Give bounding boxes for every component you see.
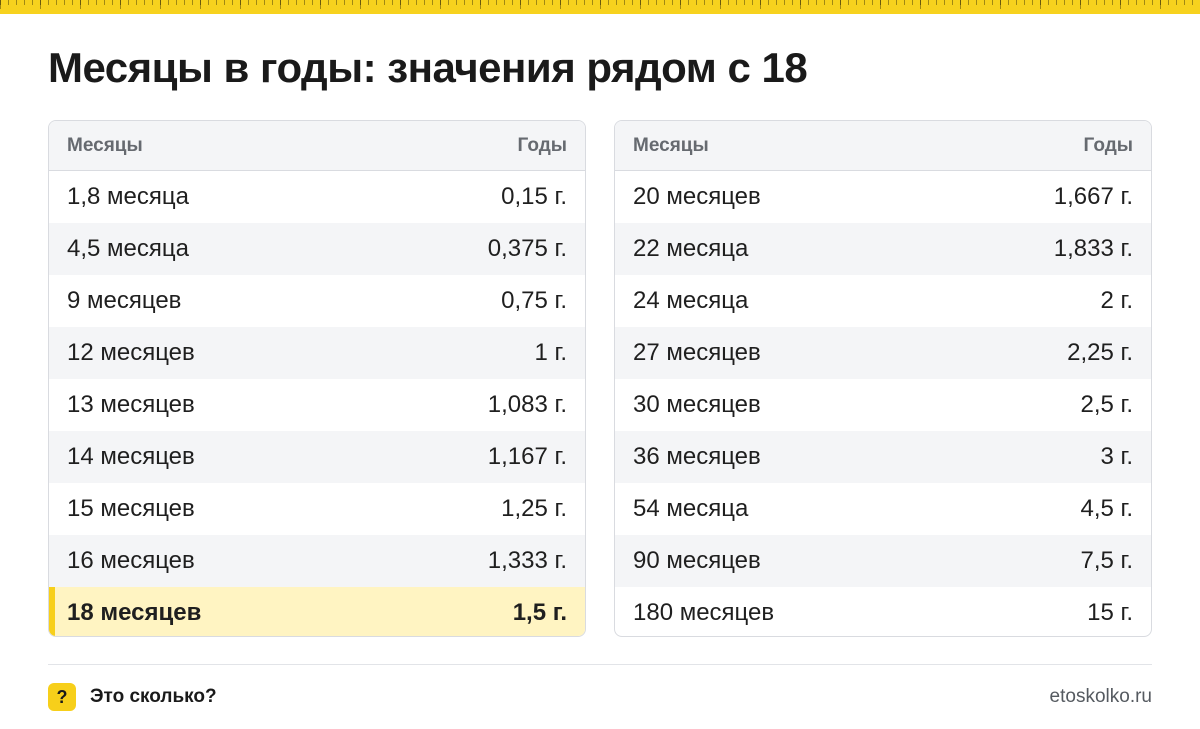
- cell-months: 27 месяцев: [633, 339, 761, 366]
- table-row: 9 месяцев 0,75 г.: [49, 275, 585, 327]
- table-row: 54 месяца 4,5 г.: [615, 483, 1151, 535]
- table-row: 14 месяцев 1,167 г.: [49, 431, 585, 483]
- cell-months: 13 месяцев: [67, 391, 195, 418]
- cell-months: 90 месяцев: [633, 547, 761, 574]
- cell-years: 1,167 г.: [487, 443, 567, 470]
- cell-months: 15 месяцев: [67, 495, 195, 522]
- cell-years: 1,083 г.: [487, 391, 567, 418]
- cell-years: 4,5 г.: [1080, 495, 1133, 522]
- cell-years: 3 г.: [1100, 443, 1133, 470]
- page-title: Месяцы в годы: значения рядом с 18: [48, 44, 808, 91]
- conversion-table-left: Месяцы Годы 1,8 месяца 0,15 г. 4,5 месяц…: [48, 120, 586, 637]
- table-row: 12 месяцев 1 г.: [49, 327, 585, 379]
- cell-months: 54 месяца: [633, 495, 749, 522]
- cell-years: 1,333 г.: [487, 547, 567, 574]
- table-row: 90 месяцев 7,5 г.: [615, 535, 1151, 587]
- header-years: Годы: [517, 134, 567, 156]
- cell-years: 0,15 г.: [501, 183, 567, 210]
- site-url: etoskolko.ru: [1049, 686, 1152, 707]
- table-row: 16 месяцев 1,333 г.: [49, 535, 585, 587]
- cell-years: 1,667 г.: [1053, 183, 1133, 210]
- header-months: Месяцы: [67, 134, 143, 156]
- table-row: 1,8 месяца 0,15 г.: [49, 171, 585, 223]
- table-header: Месяцы Годы: [49, 121, 585, 171]
- cell-months: 22 месяца: [633, 235, 749, 262]
- cell-years: 2,5 г.: [1080, 391, 1133, 418]
- table-row: 27 месяцев 2,25 г.: [615, 327, 1151, 379]
- table-row: 13 месяцев 1,083 г.: [49, 379, 585, 431]
- header-years: Годы: [1083, 134, 1133, 156]
- table-row: 20 месяцев 1,667 г.: [615, 171, 1151, 223]
- cell-years: 2 г.: [1100, 287, 1133, 314]
- cell-years: 0,375 г.: [487, 235, 567, 262]
- cell-years: 1 г.: [534, 339, 567, 366]
- table-row: 36 месяцев 3 г.: [615, 431, 1151, 483]
- table-row-highlighted: 18 месяцев 1,5 г.: [49, 587, 585, 636]
- cell-months: 9 месяцев: [67, 287, 182, 314]
- cell-months: 180 месяцев: [633, 599, 775, 626]
- cell-months: 4,5 месяца: [67, 235, 189, 262]
- ruler-strip: [0, 0, 1200, 14]
- cell-months: 14 месяцев: [67, 443, 195, 470]
- table-header: Месяцы Годы: [615, 121, 1151, 171]
- cell-years: 15 г.: [1087, 599, 1133, 626]
- cell-months: 30 месяцев: [633, 391, 761, 418]
- cell-months: 18 месяцев: [67, 599, 202, 626]
- cell-months: 24 месяца: [633, 287, 749, 314]
- table-row: 180 месяцев 15 г.: [615, 587, 1151, 636]
- table-row: 15 месяцев 1,25 г.: [49, 483, 585, 535]
- table-row: 30 месяцев 2,5 г.: [615, 379, 1151, 431]
- cell-years: 1,25 г.: [501, 495, 567, 522]
- table-row: 24 месяца 2 г.: [615, 275, 1151, 327]
- cell-years: 1,833 г.: [1053, 235, 1133, 262]
- cell-months: 16 месяцев: [67, 547, 195, 574]
- header-months: Месяцы: [633, 134, 709, 156]
- cell-months: 12 месяцев: [67, 339, 195, 366]
- cell-months: 36 месяцев: [633, 443, 761, 470]
- table-row: 22 месяца 1,833 г.: [615, 223, 1151, 275]
- table-row: 4,5 месяца 0,375 г.: [49, 223, 585, 275]
- cell-months: 1,8 месяца: [67, 183, 189, 210]
- footer-divider: [48, 664, 1152, 665]
- conversion-table-right: Месяцы Годы 20 месяцев 1,667 г. 22 месяц…: [614, 120, 1152, 637]
- cell-years: 0,75 г.: [501, 287, 567, 314]
- cell-years: 1,5 г.: [512, 599, 567, 626]
- cell-years: 2,25 г.: [1067, 339, 1133, 366]
- cell-months: 20 месяцев: [633, 183, 761, 210]
- brand-name: Это сколько?: [90, 686, 217, 707]
- cell-years: 7,5 г.: [1080, 547, 1133, 574]
- question-badge-icon: ?: [48, 683, 76, 711]
